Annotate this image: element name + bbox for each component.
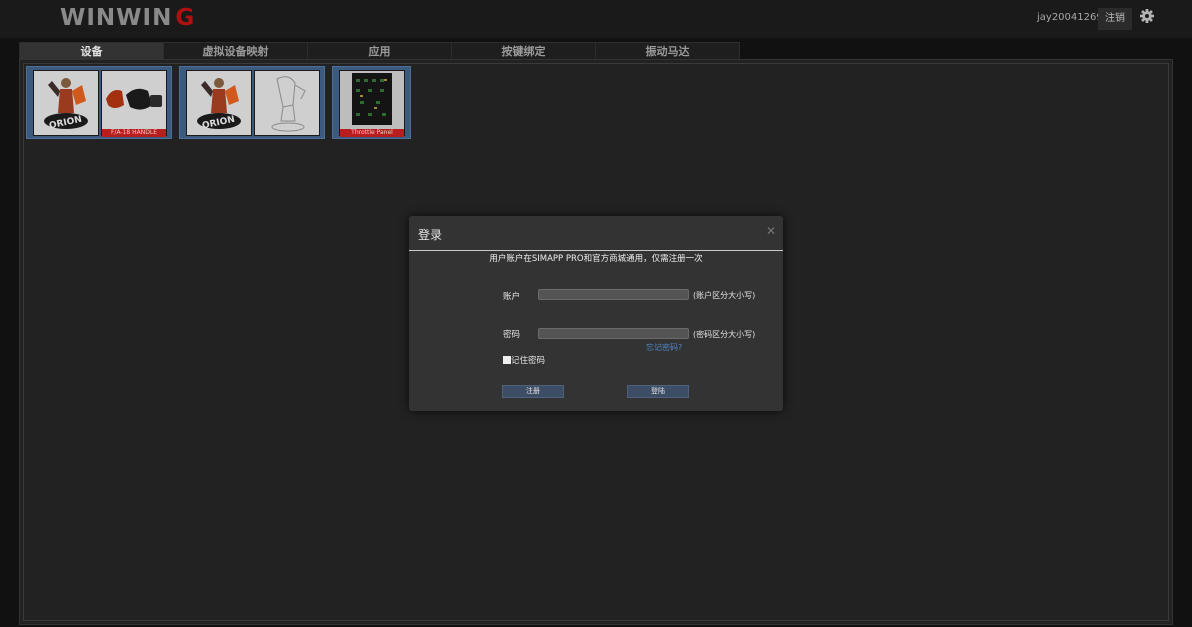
device-label: F/A-18 HANDLE	[102, 129, 166, 137]
dialog-divider	[409, 250, 783, 251]
remember-checkbox[interactable]	[503, 356, 511, 364]
register-button[interactable]: 注册	[502, 385, 564, 398]
device-card-throttle-panel[interactable]: Throttle Panel	[332, 66, 411, 139]
login-dialog: 登录 ✕ 用户账户在SIMAPP PRO和官方商城通用，仅需注册一次 账户 (账…	[409, 216, 783, 411]
tab-virtual-mapping[interactable]: 虚拟设备映射	[163, 42, 308, 60]
orion-pilot-icon: ORION	[197, 78, 241, 131]
username: jay20041269	[1037, 12, 1103, 23]
tab-vibration-motor[interactable]: 振动马达	[595, 42, 740, 60]
account-hint: (账户区分大小写)	[693, 291, 756, 300]
throttle-panel-icon	[352, 73, 392, 125]
password-label: 密码	[503, 330, 521, 340]
close-icon[interactable]: ✕	[766, 224, 776, 238]
throttle-panel-image	[339, 70, 405, 136]
forgot-password-link[interactable]: 忘记密码?	[646, 342, 682, 353]
handle-grip-icon	[106, 88, 162, 110]
winwing-logo: WINWIN G	[60, 5, 195, 31]
account-label: 账户	[503, 292, 521, 302]
dialog-title: 登录	[418, 228, 443, 242]
dialog-note: 用户账户在SIMAPP PRO和官方商城通用，仅需注册一次	[489, 254, 703, 264]
tab-applications[interactable]: 应用	[307, 42, 452, 60]
remember-label: 记住密码	[511, 356, 546, 366]
orion-pilot-icon: ORION	[44, 78, 88, 131]
logo-accent: G	[175, 5, 196, 31]
account-input[interactable]	[538, 289, 689, 300]
device-card-stick[interactable]: ORION	[179, 66, 325, 139]
password-input[interactable]	[538, 328, 689, 339]
device-label: Throttle Panel	[340, 129, 404, 137]
login-button[interactable]: 登陆	[627, 385, 689, 398]
orion-logo-image: ORION	[186, 70, 252, 136]
logo-text: WINWIN	[60, 5, 173, 31]
orion-logo-image: ORION	[33, 70, 99, 136]
stick-sketch-icon	[271, 76, 306, 132]
tab-key-binding[interactable]: 按键绑定	[451, 42, 596, 60]
device-card-fa18-handle[interactable]: ORION F/A-18 HANDLE	[26, 66, 172, 139]
gear-icon[interactable]	[1139, 8, 1155, 24]
logout-button[interactable]: 注销	[1098, 8, 1132, 30]
password-hint: (密码区分大小写)	[693, 330, 756, 339]
top-bar: WINWIN G jay20041269 注销	[0, 0, 1192, 38]
stick-sketch-image	[254, 70, 320, 136]
handle-grip-image	[101, 70, 167, 136]
